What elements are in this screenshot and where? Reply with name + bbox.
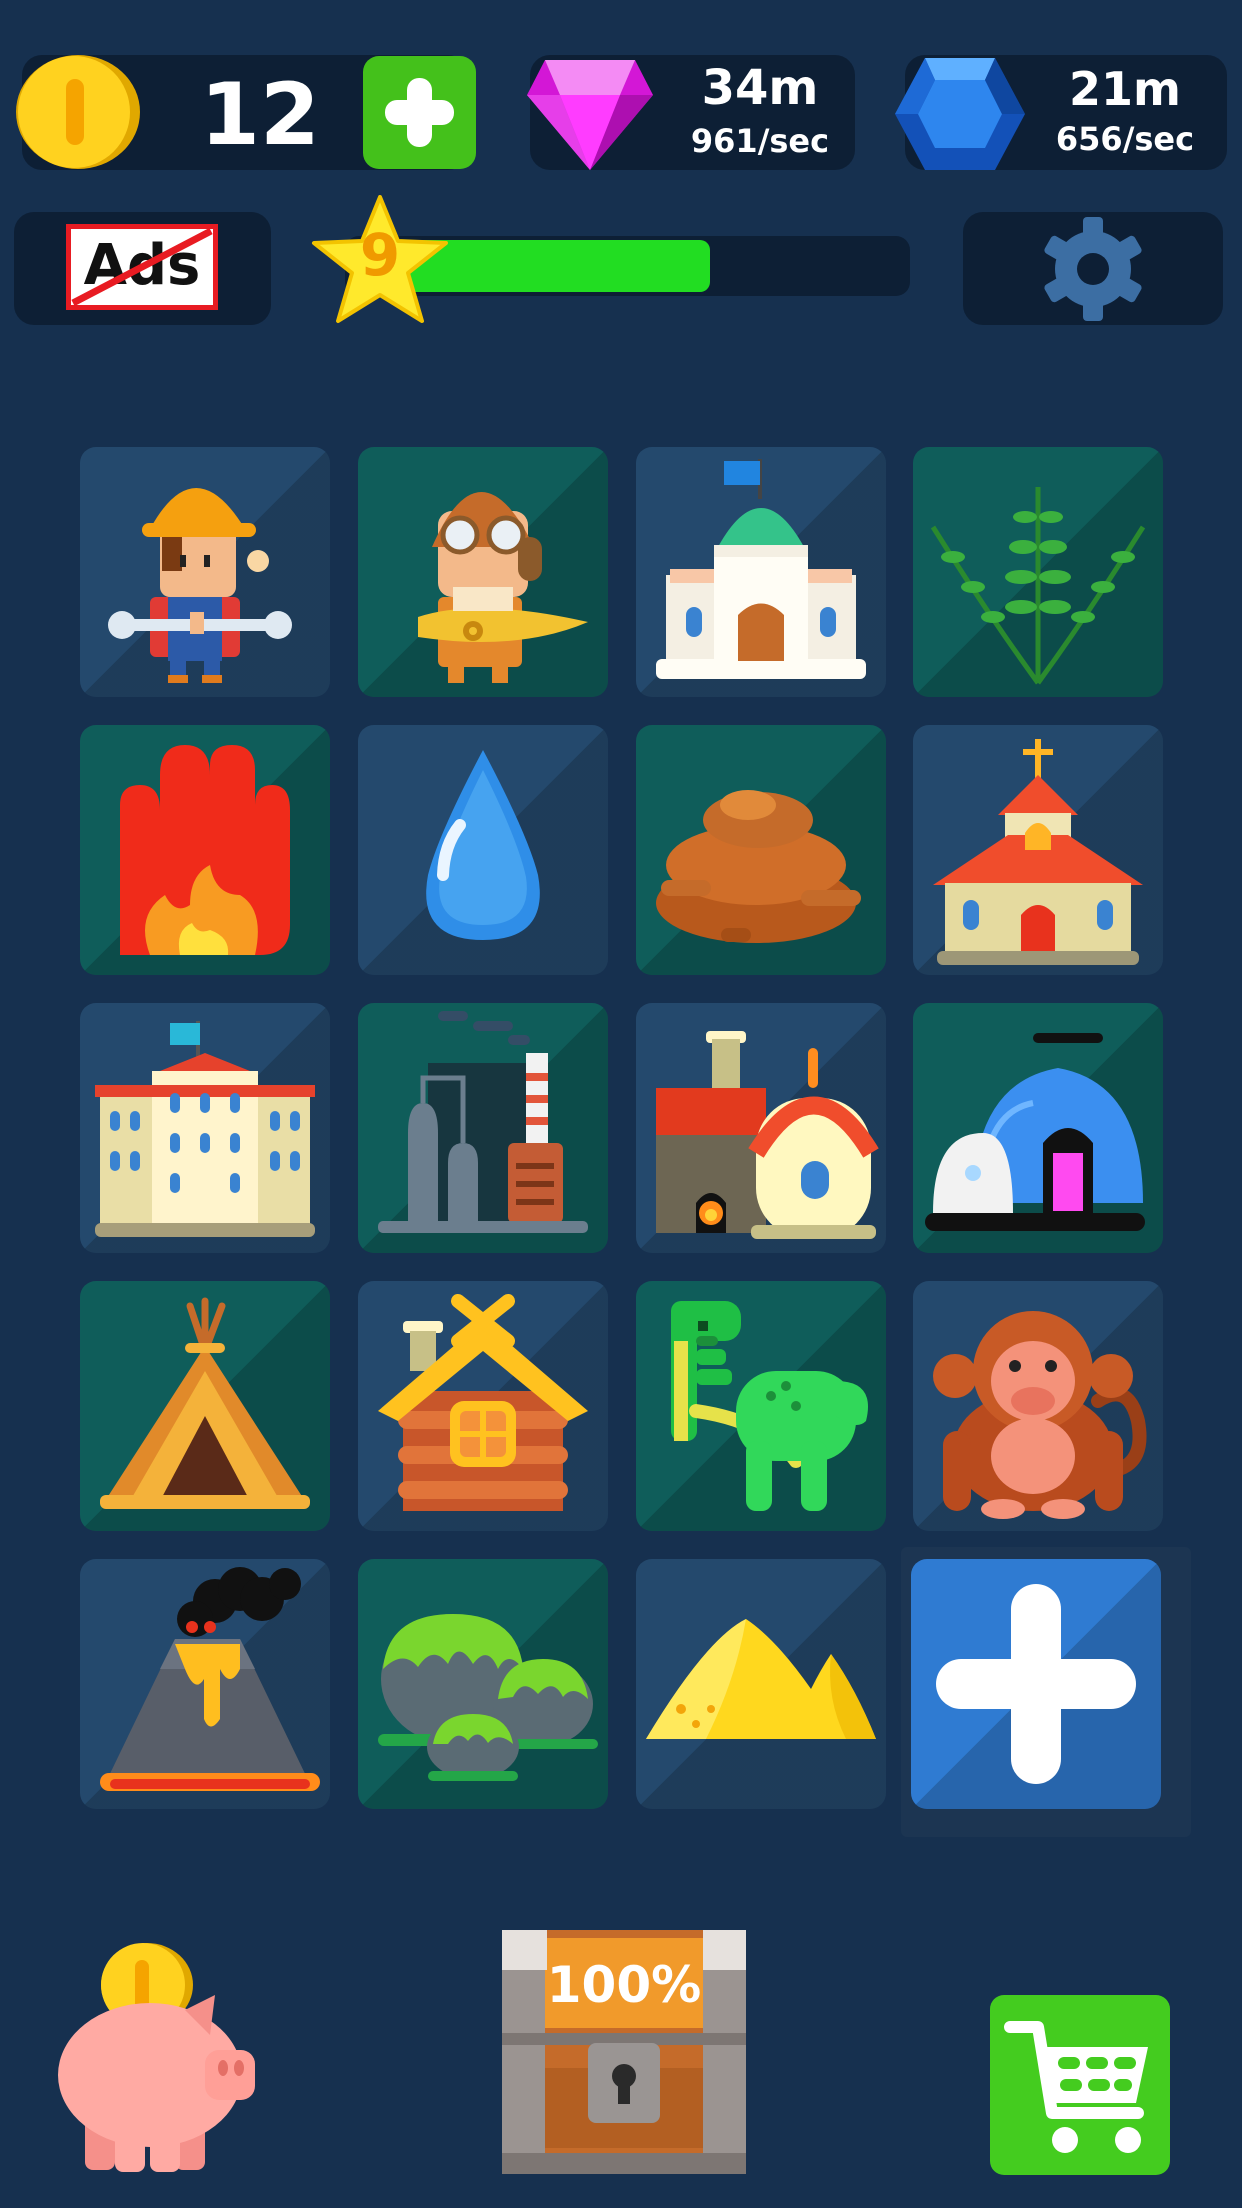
- grid-tile-volcano[interactable]: [80, 1559, 330, 1809]
- pink-gem-total: 34m: [701, 60, 819, 116]
- fire-icon: [120, 745, 290, 955]
- monkey-icon: [933, 1311, 1147, 1519]
- gear-icon: [1036, 214, 1150, 324]
- blue-gem-icon: [890, 55, 1030, 173]
- grid-tile-engineer[interactable]: [80, 447, 330, 697]
- grid-tile-moss-rocks[interactable]: [358, 1559, 608, 1809]
- log-cabin-icon: [378, 1294, 588, 1511]
- sand-dunes-icon: [646, 1619, 876, 1739]
- grid-tile-pilot[interactable]: [358, 447, 608, 697]
- laboratory-icon: [925, 1033, 1145, 1231]
- bakery-icon: [656, 1031, 879, 1239]
- grid-tile-observatory[interactable]: [636, 447, 886, 697]
- grid-tile-dinosaur[interactable]: [636, 1281, 886, 1531]
- engineer-icon: [108, 488, 292, 683]
- no-ads-icon: Ads: [66, 224, 218, 310]
- volcano-icon: [100, 1567, 320, 1791]
- grid-tile-school[interactable]: [80, 1003, 330, 1253]
- shop-button[interactable]: [990, 1995, 1170, 2175]
- pink-gem-icon: [525, 55, 655, 173]
- treasure-chest-button[interactable]: 100%: [500, 1928, 748, 2176]
- star-icon: 9: [310, 195, 450, 330]
- dinosaur-icon: [671, 1301, 868, 1511]
- blue-gem-rate: 656/sec: [1055, 120, 1195, 158]
- grid-tile-bakery[interactable]: [636, 1003, 886, 1253]
- grid-tile-mud[interactable]: [636, 725, 886, 975]
- piggy-bank-icon: [58, 1943, 255, 2172]
- grid-tile-monkey[interactable]: [913, 1281, 1163, 1531]
- church-icon: [933, 739, 1143, 965]
- grid-tile-water[interactable]: [358, 725, 608, 975]
- coin-icon: [14, 53, 149, 171]
- school-building-icon: [95, 1021, 315, 1237]
- grid-tile-sand[interactable]: [636, 1559, 886, 1809]
- tent-icon: [100, 1297, 310, 1509]
- grid-tile-fire[interactable]: [80, 725, 330, 975]
- grid-tile-lab[interactable]: [913, 1003, 1163, 1253]
- mud-icon: [656, 790, 861, 943]
- water-drop-icon: [426, 750, 540, 940]
- grid-tile-church[interactable]: [913, 725, 1163, 975]
- chest-unlock-label: 100%: [546, 1956, 702, 2014]
- level-number: 9: [359, 221, 401, 289]
- factory-icon: [378, 1011, 588, 1233]
- shopping-cart-icon: [1004, 2021, 1148, 2153]
- grid-tile-tent[interactable]: [80, 1281, 330, 1531]
- blue-gem-total: 21m: [1069, 62, 1181, 116]
- add-coins-button[interactable]: [363, 56, 476, 169]
- pink-gem-rate: 961/sec: [690, 122, 830, 160]
- observatory-icon: [656, 459, 866, 679]
- grid-tile-cabin[interactable]: [358, 1281, 608, 1531]
- grid-tile-add[interactable]: [911, 1559, 1161, 1809]
- piggy-bank-button[interactable]: [55, 1940, 265, 2175]
- fern-icon: [930, 487, 1146, 685]
- pilot-icon: [418, 492, 588, 683]
- grid-tile-fern[interactable]: [913, 447, 1163, 697]
- grid-tile-factory[interactable]: [358, 1003, 608, 1253]
- plus-icon: [385, 78, 454, 147]
- plus-icon: [936, 1584, 1136, 1784]
- coin-count: 12: [200, 65, 320, 165]
- moss-rocks-icon: [378, 1614, 598, 1781]
